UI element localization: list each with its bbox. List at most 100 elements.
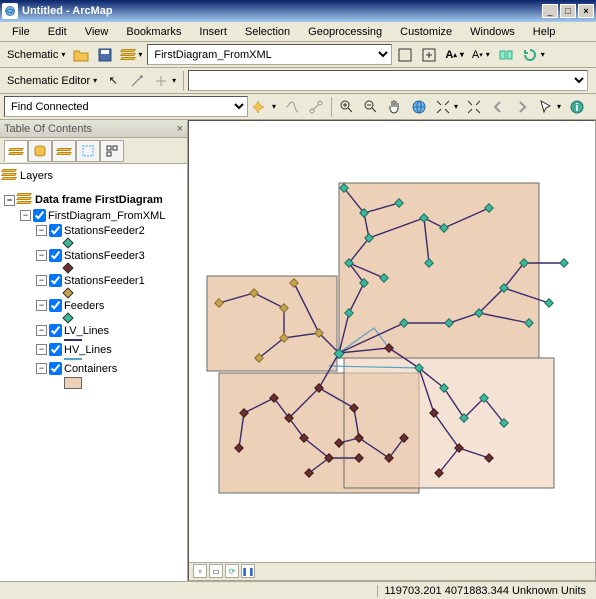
menu-geoprocessing[interactable]: Geoprocessing [300,24,390,40]
operation-select[interactable]: Find Connected [4,96,248,117]
edit-pointer-icon[interactable]: ↖ [102,70,124,92]
expander-icon[interactable]: − [36,250,47,261]
workspace: Table Of Contents × Layers − Data frame … [0,120,596,581]
menu-edit[interactable]: Edit [40,24,75,40]
open-diagram-icon[interactable] [70,44,92,66]
next-extent-icon[interactable] [511,96,533,118]
layer-checkbox[interactable] [49,362,62,375]
expander-icon[interactable]: − [20,210,31,221]
expander-icon[interactable]: − [36,275,47,286]
toc-tabs [0,138,187,164]
sublayer-item[interactable]: − StationsFeeder1 [2,273,185,288]
sublayer-item[interactable]: − Containers [2,361,185,376]
coordinates-readout: 119703.201 4071883.344 Unknown Units [377,585,592,597]
full-extent-icon[interactable] [394,44,416,66]
expander-icon[interactable]: − [36,225,47,236]
expander-icon[interactable]: − [36,344,47,355]
toc-tab-visibility[interactable] [52,140,76,162]
layers-dropdown-icon[interactable] [118,44,145,66]
layer-checkbox[interactable] [49,343,62,356]
maximize-button[interactable]: □ [560,4,576,18]
data-view-tab[interactable]: ▫ [193,564,207,578]
layer-checkbox[interactable] [33,209,46,222]
sublayer-item[interactable]: −LV_Lines [2,323,185,338]
layer-label: StationsFeeder2 [64,225,145,237]
globe-icon[interactable] [408,96,430,118]
zoom-in-icon[interactable] [336,96,358,118]
toc-close-icon[interactable]: × [177,123,183,135]
schematic-menu-button[interactable]: Schematic [4,44,68,66]
sublayer-item[interactable]: −HV_Lines [2,342,185,357]
identify-icon[interactable]: i [566,96,588,118]
expander-icon[interactable]: − [36,300,47,311]
select-pointer-icon[interactable] [535,96,564,118]
propagate-icon[interactable] [495,44,517,66]
diagram-select[interactable]: FirstDiagram_FromXML [147,44,392,65]
layer-checkbox[interactable] [49,274,62,287]
editor-select[interactable] [188,70,588,91]
layer-checkbox[interactable] [49,324,62,337]
edit-vertex-icon[interactable] [126,70,148,92]
toc-tab-source[interactable] [28,140,52,162]
close-button[interactable]: × [578,4,594,18]
minimize-button[interactable]: _ [542,4,558,18]
menu-selection[interactable]: Selection [237,24,298,40]
fixed-zoom-in-icon[interactable] [432,96,461,118]
svg-text:i: i [576,102,579,114]
schematic-toolbar: Schematic FirstDiagram_FromXML A▴ A▾ [0,42,596,68]
pause-drawing-icon[interactable]: ❚❚ [241,564,255,578]
sublayer-item[interactable]: −StationsFeeder3 [2,248,185,263]
trace-result-icon[interactable] [305,96,327,118]
layer-checkbox[interactable] [49,224,62,237]
diagram-layer-item[interactable]: − FirstDiagram_FromXML [2,208,185,223]
zoom-out-icon[interactable] [360,96,382,118]
layer-label: Feeders [64,300,104,312]
toc-title: Table Of Contents [4,123,92,135]
expander-icon[interactable]: − [4,195,15,206]
text-size-decrease[interactable]: A▾ [469,44,493,66]
layer-label: StationsFeeder1 [64,275,145,287]
prev-extent-icon[interactable] [487,96,509,118]
toc-tab-selection[interactable] [76,140,100,162]
save-diagram-icon[interactable] [94,44,116,66]
layer-checkbox[interactable] [49,299,62,312]
menu-bookmarks[interactable]: Bookmarks [118,24,189,40]
dataframe-item[interactable]: − Data frame FirstDiagram [2,192,185,208]
refresh-view-icon[interactable]: ⟳ [225,564,239,578]
layer-checkbox[interactable] [49,249,62,262]
pan-icon[interactable] [384,96,406,118]
sublayer-item[interactable]: − StationsFeeder2 [2,223,185,238]
expander-icon[interactable]: − [36,363,47,374]
app-icon [2,3,18,19]
text-size-increase[interactable]: A▴ [442,44,466,66]
menu-view[interactable]: View [77,24,117,40]
menu-windows[interactable]: Windows [462,24,523,40]
toc-panel: Table Of Contents × Layers − Data frame … [0,120,188,581]
fit-page-icon[interactable] [418,44,440,66]
toc-tab-drawing-order[interactable] [4,140,28,162]
refresh-schematic-icon[interactable] [519,44,548,66]
layer-symbol [2,288,185,298]
title-bar: Untitled - ArcMap _ □ × [0,0,596,22]
operation-toolbar: Find Connected i [0,94,596,120]
layout-view-tab[interactable]: ▭ [209,564,223,578]
map-view[interactable]: ▫ ▭ ⟳ ❚❚ [188,120,596,581]
menu-insert[interactable]: Insert [191,24,235,40]
trace-icon[interactable] [281,96,303,118]
menu-customize[interactable]: Customize [392,24,460,40]
menu-help[interactable]: Help [525,24,564,40]
menu-file[interactable]: File [4,24,38,40]
sublayer-item[interactable]: − Feeders [2,298,185,313]
layers-root[interactable]: Layers [2,168,185,184]
expander-icon[interactable]: − [36,325,47,336]
configure-icon[interactable] [250,96,279,118]
window-title: Untitled - ArcMap [22,5,540,17]
fixed-zoom-out-icon[interactable] [463,96,485,118]
layer-label: Containers [64,363,117,375]
schematic-editor-button[interactable]: Schematic Editor [4,70,100,92]
toc-tab-options[interactable] [100,140,124,162]
status-bar: 119703.201 4071883.344 Unknown Units [0,581,596,599]
move-element-icon[interactable] [150,70,179,92]
layer-symbol [2,376,185,390]
map-view-tabs: ▫ ▭ ⟳ ❚❚ [189,562,595,580]
